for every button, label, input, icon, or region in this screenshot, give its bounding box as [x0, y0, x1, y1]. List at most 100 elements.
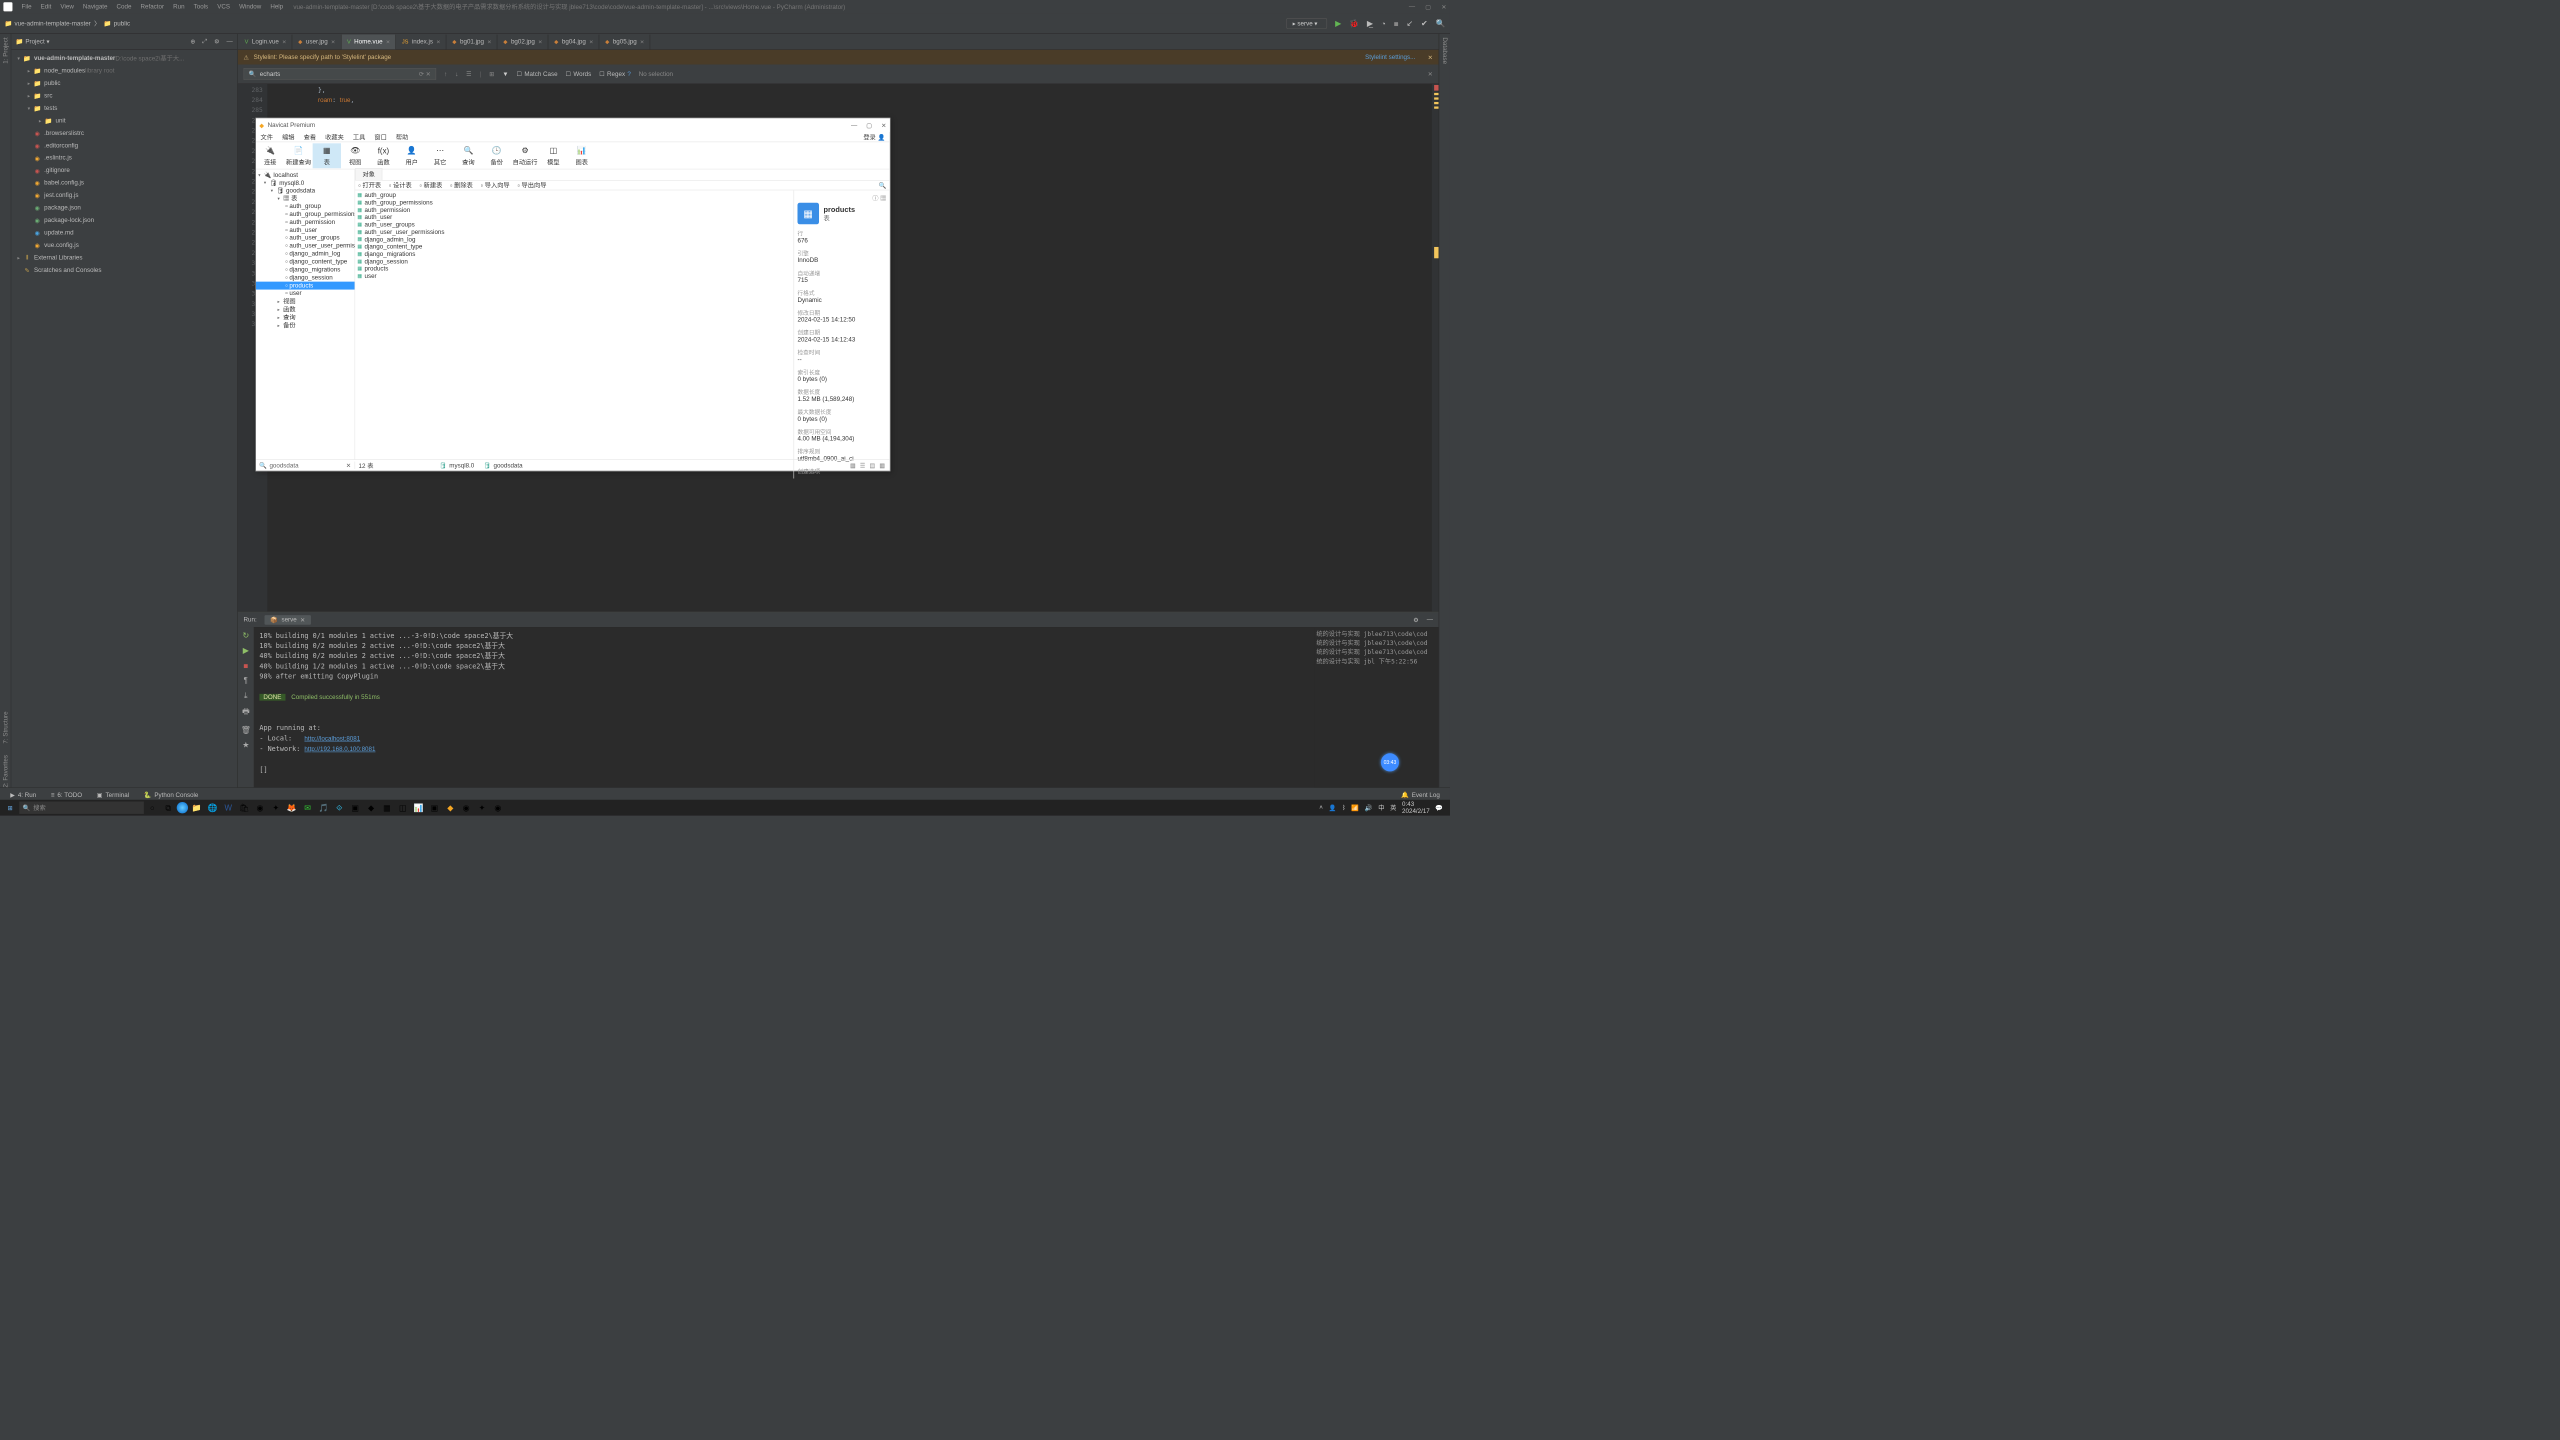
nv-menu-item[interactable]: 窗口: [374, 132, 386, 141]
tree-node[interactable]: ◉package-lock.json: [11, 214, 237, 226]
url-link[interactable]: http://192.168.0.100:8081: [304, 746, 375, 753]
menu-vcs[interactable]: VCS: [213, 3, 235, 10]
nv-group[interactable]: ▸ 备份: [256, 321, 355, 329]
task-view-icon[interactable]: ⧉: [161, 801, 176, 815]
word-icon[interactable]: W: [221, 801, 236, 815]
help-icon[interactable]: ★: [242, 740, 249, 750]
profile-icon[interactable]: ◔: [1381, 19, 1386, 28]
tab-terminal[interactable]: ▣ Terminal: [97, 791, 129, 798]
search-everywhere-icon[interactable]: 🔍: [1436, 19, 1446, 29]
tray-bt-icon[interactable]: ᛒ: [1342, 804, 1346, 811]
nv-tb-自动运行[interactable]: ⚙自动运行: [511, 143, 539, 168]
menu-navigate[interactable]: Navigate: [78, 3, 112, 10]
tree-node[interactable]: ▸📁unit: [11, 114, 237, 126]
editor-tab[interactable]: ◆bg05.jpg×: [599, 35, 650, 50]
tray-people-icon[interactable]: 👤: [1329, 804, 1337, 811]
tree-node[interactable]: ▸📁node_modules library root: [11, 65, 237, 77]
tab-todo[interactable]: ≡ 6: TODO: [51, 792, 82, 799]
nv-tb-模型[interactable]: ◫模型: [539, 143, 567, 168]
nv-list-item[interactable]: ▦auth_permission: [357, 206, 791, 213]
windows-taskbar[interactable]: ⊞ 🔍 搜索 ○ ⧉ 📁 🌐 W 🛍 ◉ ✦ 🦊 ✉ 🎵 ⟐ ▣ ◆ ▦ ◫ 📊…: [0, 800, 1450, 816]
app3-icon[interactable]: ◆: [364, 801, 379, 815]
app6-icon[interactable]: ▣: [427, 801, 442, 815]
run-icon[interactable]: ▶: [1335, 19, 1341, 29]
terminal-icon[interactable]: ▣: [348, 801, 363, 815]
error-stripe[interactable]: [1432, 84, 1439, 612]
tree-node[interactable]: ◉babel.config.js: [11, 177, 237, 189]
nv-table[interactable]: ▫ django_admin_log: [256, 250, 355, 258]
url-link[interactable]: http://localhost:8081: [304, 735, 360, 742]
nv-search-icon[interactable]: 🔍: [879, 182, 887, 189]
tree-node[interactable]: ◉.browserslistrc: [11, 127, 237, 139]
trash-icon[interactable]: 🗑: [241, 725, 251, 735]
navicat-window[interactable]: ◆ Navicat Premium — ▢ ✕ 文件编辑查看收藏夹工具窗口帮助登…: [255, 118, 890, 471]
app5-icon[interactable]: 📊: [411, 801, 426, 815]
app4-icon[interactable]: ▦: [379, 801, 394, 815]
tray-time[interactable]: 0:432024/2/17: [1402, 801, 1430, 815]
nv-maximize-icon[interactable]: ▢: [866, 121, 872, 128]
editor-tab[interactable]: ◆bg04.jpg×: [548, 35, 599, 50]
nv-action[interactable]: ▫ 删除表: [450, 181, 473, 190]
tree-node[interactable]: ▸📁src: [11, 89, 237, 101]
tree-node[interactable]: ▸📁public: [11, 77, 237, 89]
prev-match-icon[interactable]: ↑: [444, 71, 447, 78]
play-icon[interactable]: ▶: [243, 646, 249, 656]
chrome3-icon[interactable]: ◉: [491, 801, 506, 815]
nv-action[interactable]: ▫ 打开表: [359, 181, 382, 190]
taskbar-search[interactable]: 🔍 搜索: [19, 801, 144, 813]
vcs-update-icon[interactable]: ↙: [1406, 19, 1413, 29]
tab-close-icon[interactable]: ×: [487, 38, 491, 46]
nv-table[interactable]: ▫ products: [256, 282, 355, 290]
words-checkbox[interactable]: ☐ Words: [566, 70, 592, 77]
tree-node[interactable]: ◉.editorconfig: [11, 139, 237, 151]
nv-table[interactable]: ▫ django_session: [256, 274, 355, 282]
app2-icon[interactable]: ✦: [268, 801, 283, 815]
match-case-checkbox[interactable]: ☐ Match Case: [516, 70, 557, 77]
navicat-connection-tree[interactable]: ▾🔌 localhost▾🛢 mysql8.0▾🛢 goodsdata▾▦ 表▫…: [256, 169, 355, 459]
filter-icon[interactable]: ▼: [502, 71, 508, 78]
nv-list-item[interactable]: ▦user: [357, 272, 791, 279]
menu-code[interactable]: Code: [112, 3, 136, 10]
nv-table[interactable]: ▫ auth_group: [256, 202, 355, 210]
regex-checkbox[interactable]: ☐ Regex ?: [599, 70, 631, 77]
nv-group[interactable]: ▸ 查询: [256, 313, 355, 321]
editor-tab[interactable]: JSindex.js×: [396, 35, 446, 50]
tree-node[interactable]: ◉package.json: [11, 202, 237, 214]
coverage-icon[interactable]: ▶̲: [1367, 19, 1373, 29]
nv-tb-新建查询[interactable]: 📄新建查询: [284, 143, 312, 168]
nv-list-item[interactable]: ▦products: [357, 265, 791, 272]
nv-tb-表[interactable]: ▦表: [313, 143, 341, 168]
nv-tb-图表[interactable]: 📊图表: [568, 143, 596, 168]
nv-menu-item[interactable]: 文件: [261, 132, 273, 141]
run-tab[interactable]: 📦 serve ✕: [265, 615, 311, 625]
nv-table[interactable]: ▫ auth_user: [256, 226, 355, 234]
editor-tab[interactable]: VHome.vue×: [341, 35, 396, 50]
database-tool-tab[interactable]: Database: [1441, 34, 1448, 64]
soft-wrap-icon[interactable]: ¶: [244, 676, 248, 685]
settings-icon[interactable]: ⚙: [214, 38, 220, 45]
nv-menu-item[interactable]: 工具: [353, 132, 365, 141]
app-icon[interactable]: [177, 802, 188, 813]
tree-node[interactable]: ◉.eslintrc.js: [11, 152, 237, 164]
menu-window[interactable]: Window: [235, 3, 266, 10]
nv-list-item[interactable]: ▦auth_group: [357, 191, 791, 198]
nv-table[interactable]: ▫ auth_user_user_permissions: [256, 242, 355, 250]
nv-table[interactable]: ▫ django_migrations: [256, 266, 355, 274]
nv-list-item[interactable]: ▦django_migrations: [357, 250, 791, 257]
floating-timer[interactable]: 03:43: [1381, 753, 1399, 771]
nv-table[interactable]: ▫ auth_permission: [256, 218, 355, 226]
tree-node[interactable]: ◉jest.config.js: [11, 189, 237, 201]
banner-close-icon[interactable]: ✕: [1428, 54, 1433, 61]
tab-close-icon[interactable]: ×: [589, 38, 593, 46]
cortana-icon[interactable]: ○: [145, 801, 160, 815]
tab-close-icon[interactable]: ×: [640, 38, 644, 46]
favorites-tool-tab[interactable]: 2: Favorites: [2, 755, 9, 788]
scroll-end-icon[interactable]: ⤓: [244, 690, 248, 700]
start-icon[interactable]: ⊞: [2, 801, 18, 815]
nv-menu-item[interactable]: 编辑: [282, 132, 294, 141]
nv-login[interactable]: 登录 👤: [863, 132, 885, 141]
vscode-icon[interactable]: ⟐: [332, 801, 347, 815]
close-icon[interactable]: ✕: [1441, 3, 1446, 10]
wechat-icon[interactable]: ✉: [300, 801, 315, 815]
next-match-icon[interactable]: ↓: [455, 71, 458, 78]
